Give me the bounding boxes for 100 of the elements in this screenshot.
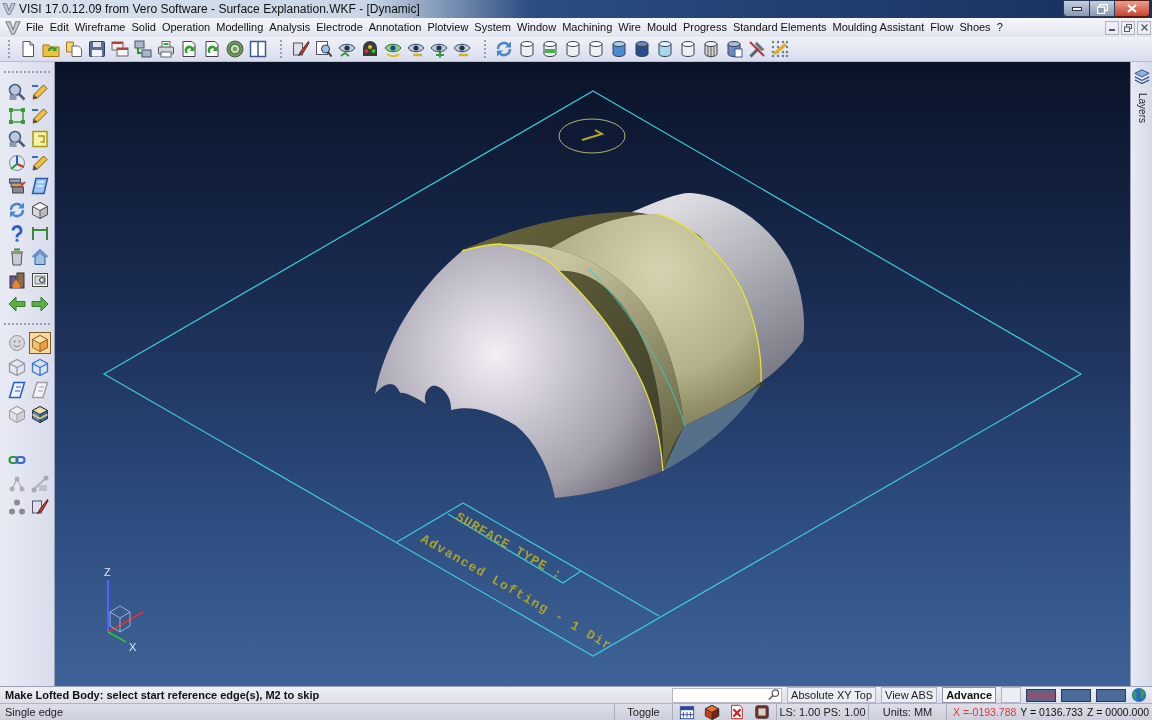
building-icon[interactable] <box>7 271 26 290</box>
window-icon[interactable] <box>248 40 267 58</box>
cylinder-icon[interactable] <box>701 40 720 58</box>
frame-corners-icon[interactable] <box>7 106 26 125</box>
cylinder-icon[interactable] <box>678 40 697 58</box>
smiley-icon <box>7 334 26 353</box>
wireframe-cube-icon <box>30 357 49 376</box>
cylinder-icon[interactable] <box>517 40 536 58</box>
close-button[interactable] <box>1115 0 1150 17</box>
layers-icon[interactable] <box>1133 68 1150 84</box>
network-icon[interactable] <box>133 40 152 58</box>
close-icon <box>1140 24 1148 31</box>
cube-icon[interactable] <box>30 200 49 219</box>
menu-item[interactable]: Shoes <box>956 20 994 35</box>
menu-item[interactable]: Operation <box>158 20 214 35</box>
menu-item[interactable]: Window <box>514 20 560 35</box>
color-swatch-icon[interactable] <box>1061 688 1091 702</box>
cylinder-icon[interactable] <box>586 40 605 58</box>
document-cross-icon[interactable] <box>728 704 746 720</box>
globe-icon[interactable] <box>1131 687 1147 703</box>
minimize-icon <box>1109 29 1115 31</box>
window-title: VISI 17.0.12.09 from Vero Software - Surface Explanation.WKF - [Dynamic] <box>19 1 420 17</box>
dotted-grid-icon[interactable] <box>770 40 789 58</box>
axis-label: Z <box>104 566 111 578</box>
menu-item[interactable]: Wireframe <box>71 20 129 35</box>
menu-item[interactable]: Standard Elements <box>729 20 830 35</box>
dimension-icon[interactable] <box>30 224 49 243</box>
view-button[interactable]: Absolute XY Top <box>787 687 877 703</box>
framed-square-icon[interactable] <box>753 704 771 720</box>
brush-icon[interactable] <box>30 498 49 517</box>
layers-tab[interactable]: Layers <box>1135 93 1148 123</box>
cylinder-icon[interactable] <box>655 40 674 58</box>
menu-item[interactable]: System <box>471 20 515 35</box>
brush-icon[interactable] <box>291 40 310 58</box>
pencil-icon[interactable] <box>30 153 49 172</box>
menu-item[interactable]: ? <box>993 20 1006 35</box>
axes-icon[interactable] <box>7 153 26 172</box>
pencil-icon[interactable] <box>30 83 49 102</box>
parallelogram-icon[interactable] <box>30 177 49 196</box>
stack-icon[interactable] <box>7 177 26 196</box>
display-mode-button[interactable] <box>28 332 51 355</box>
close-button[interactable] <box>1137 20 1151 35</box>
coordinate-readout: Y = 0136.733 <box>1020 705 1083 719</box>
pencil-icon[interactable] <box>30 106 49 125</box>
line-style-swatch-icon[interactable] <box>1026 688 1056 702</box>
scale-readout: LS: 1.00 PS: 1.00 <box>779 705 866 719</box>
magnifier-icon[interactable] <box>7 83 26 102</box>
printer-icon[interactable] <box>156 40 175 58</box>
picture-icon[interactable] <box>30 271 49 290</box>
menu-item[interactable]: Edit <box>46 20 72 35</box>
menu-item[interactable]: Plotview <box>424 20 472 35</box>
menu-item[interactable]: Moulding Assistant <box>829 20 928 35</box>
menu-item[interactable]: File <box>23 20 47 35</box>
menu-item[interactable]: Analysis <box>266 20 314 35</box>
status-hint: Single edge <box>4 705 64 719</box>
menu-item[interactable]: Flow <box>927 20 957 35</box>
cube-icon[interactable] <box>703 704 721 720</box>
ellipse-marker-icon <box>558 118 626 154</box>
restore-icon <box>1096 3 1108 14</box>
stacked-windows-icon[interactable] <box>110 40 129 58</box>
right-arrow-icon[interactable] <box>30 294 49 313</box>
minimize-button[interactable] <box>1063 0 1090 17</box>
magnifier-icon[interactable] <box>314 40 333 58</box>
logo-icon <box>5 19 21 36</box>
cylinder-icon[interactable] <box>563 40 582 58</box>
document-arrow-icon[interactable] <box>179 40 198 58</box>
documents-icon[interactable] <box>64 40 83 58</box>
restore-button[interactable] <box>1090 0 1115 17</box>
menu-item[interactable]: Solid <box>128 20 159 35</box>
menu-item[interactable]: Progress <box>679 20 730 35</box>
cylinder-icon[interactable] <box>724 40 743 58</box>
page-icon <box>30 381 49 400</box>
tools-icon[interactable] <box>747 40 766 58</box>
refresh-icon[interactable] <box>494 40 513 58</box>
calendar-icon[interactable] <box>678 704 696 720</box>
view-button[interactable]: View ABS <box>881 687 938 703</box>
traffic-light-icon[interactable] <box>360 40 379 58</box>
cylinder-icon[interactable] <box>609 40 628 58</box>
cylinder-icon[interactable] <box>632 40 651 58</box>
menu-item[interactable]: Wire <box>615 20 644 35</box>
cylinder-icon[interactable] <box>540 40 559 58</box>
document-arrow-icon[interactable] <box>202 40 221 58</box>
axis-label: X <box>129 641 137 653</box>
view-button[interactable]: Advance <box>942 687 996 703</box>
restore-button[interactable] <box>1121 20 1135 35</box>
menu-item[interactable]: Annotation <box>365 20 425 35</box>
menu-item[interactable]: Machining <box>559 20 616 35</box>
house-icon[interactable] <box>30 247 49 266</box>
magnifier-icon[interactable] <box>7 130 26 149</box>
cube-icon <box>30 404 49 423</box>
left-arrow-icon[interactable] <box>7 294 26 313</box>
color-swatch-icon[interactable] <box>1096 688 1126 702</box>
ring-icon[interactable] <box>225 40 244 58</box>
menu-item[interactable]: Mould <box>643 20 680 35</box>
close-icon <box>1127 4 1137 13</box>
menu-item[interactable]: Electrode <box>313 20 366 35</box>
minimize-button[interactable] <box>1105 20 1119 35</box>
menu-item[interactable]: Modelling <box>213 20 267 35</box>
dots-icon[interactable] <box>7 498 26 517</box>
toggle-button[interactable]: Toggle <box>614 703 672 720</box>
